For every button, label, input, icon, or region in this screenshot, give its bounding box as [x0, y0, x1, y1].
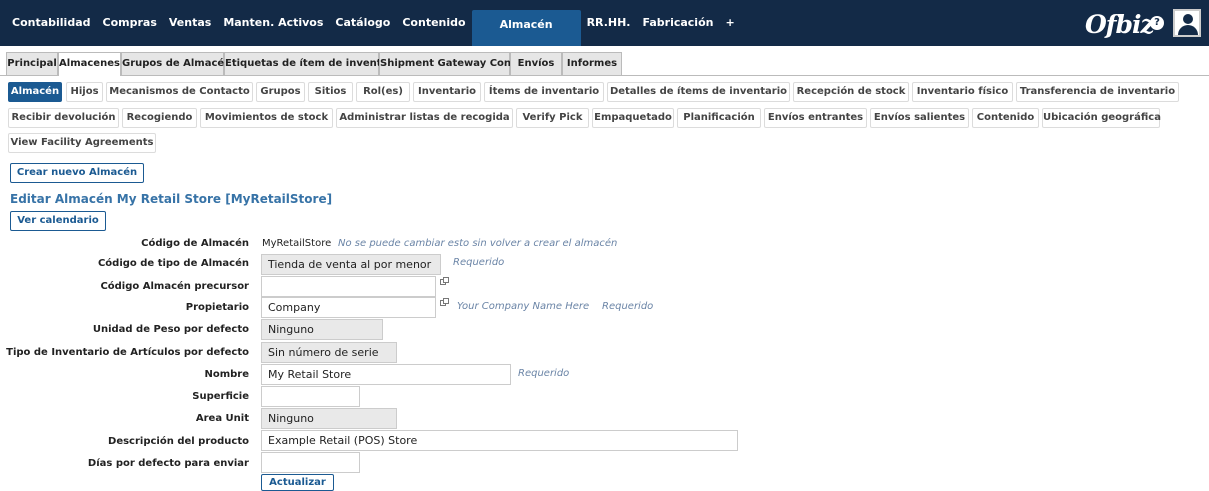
sub-tabs: Principal Almacenes Grupos de Almacén Et… [0, 52, 1209, 76]
owner-required: Requerido [602, 301, 654, 312]
square-footage-input[interactable] [261, 386, 360, 407]
top-navigation-bar: Contabilidad Compras Ventas Manten. Acti… [0, 0, 1209, 46]
tab-shipment-gateway[interactable]: Shipment Gateway Config [379, 52, 526, 75]
parent-facility-input[interactable] [261, 276, 436, 297]
owner-label: Propietario [185, 302, 249, 313]
btn-empaquetado[interactable]: Empaquetado [592, 108, 674, 128]
tab-etiquetas-inventario[interactable]: Etiquetas de ítem de inventario [224, 52, 404, 75]
tab-informes[interactable]: Informes [562, 52, 622, 75]
btn-planificacion[interactable]: Planificación [677, 108, 761, 128]
btn-hijos[interactable]: Hijos [66, 82, 103, 102]
btn-recogiendo[interactable]: Recogiendo [122, 108, 197, 128]
owner-hint: Your Company Name Here [457, 301, 590, 312]
inventory-type-select[interactable]: Sin número de serie [261, 342, 397, 363]
btn-almacen[interactable]: Almacén [8, 82, 62, 102]
page-title: Editar Almacén My Retail Store [MyRetail… [10, 192, 333, 206]
avatar-body [1178, 25, 1198, 35]
btn-ubicacion-geografica[interactable]: Ubicación geográfica [1042, 108, 1161, 128]
description-label: Descripción del producto [108, 436, 249, 447]
btn-detalles-items-inventario[interactable]: Detalles de ítems de inventario [607, 82, 790, 102]
area-unit-select[interactable]: Ninguno [261, 408, 397, 429]
user-avatar-icon[interactable] [1173, 9, 1201, 37]
view-calendar-button[interactable]: Ver calendario [10, 211, 106, 231]
update-button[interactable]: Actualizar [261, 474, 334, 491]
parent-lookup-icon[interactable] [440, 277, 449, 285]
btn-recibir-devolucion[interactable]: Recibir devolución [8, 108, 119, 128]
btn-grupos[interactable]: Grupos [256, 82, 305, 102]
facility-name-required: Requerido [518, 368, 570, 379]
facility-type-select[interactable]: Tienda de venta al por menor [261, 254, 441, 275]
menu-manten-activos[interactable]: Manten. Activos [217, 0, 329, 46]
btn-view-facility-agreements[interactable]: View Facility Agreements [8, 133, 156, 153]
facility-menu-row-3: View Facility Agreements [8, 133, 158, 153]
weight-uom-label: Unidad de Peso por defecto [92, 324, 249, 335]
btn-listas-recogida[interactable]: Administrar listas de recogida [336, 108, 513, 128]
btn-inventario[interactable]: Inventario [413, 82, 481, 102]
btn-mecanismos-contacto[interactable]: Mecanismos de Contacto [106, 82, 253, 102]
btn-movimientos-stock[interactable]: Movimientos de stock [200, 108, 333, 128]
default-days-label: Días por defecto para enviar [87, 458, 249, 469]
parent-facility-label: Código Almacén precursor [100, 281, 249, 292]
facility-id-hint: No se puede cambiar esto sin volver a cr… [338, 238, 618, 249]
menu-add[interactable]: + [719, 0, 740, 46]
tab-almacenes[interactable]: Almacenes [58, 52, 121, 76]
btn-items-inventario[interactable]: Ítems de inventario [484, 82, 604, 102]
tab-envios[interactable]: Envíos [510, 52, 562, 75]
btn-inventario-fisico[interactable]: Inventario físico [912, 82, 1013, 102]
tab-grupos-almacen[interactable]: Grupos de Almacén [121, 52, 231, 75]
avatar-head [1183, 14, 1193, 24]
menu-compras[interactable]: Compras [97, 0, 163, 46]
menu-catalogo[interactable]: Catálogo [329, 0, 396, 46]
ofbiz-logo[interactable]: Ofbiz [1085, 10, 1155, 39]
area-unit-label: Area Unit [195, 413, 249, 424]
help-icon[interactable]: ? [1150, 16, 1164, 30]
menu-fabricacion[interactable]: Fabricación [636, 0, 719, 46]
description-input[interactable]: Example Retail (POS) Store [261, 430, 738, 451]
menu-contenido[interactable]: Contenido [396, 0, 471, 46]
facility-name-input[interactable]: My Retail Store [261, 364, 511, 385]
weight-uom-select[interactable]: Ninguno [261, 319, 383, 340]
facility-type-label: Código de tipo de Almacén [97, 258, 249, 269]
menu-ventas[interactable]: Ventas [163, 0, 217, 46]
btn-envios-salientes[interactable]: Envíos salientes [870, 108, 969, 128]
menu-almacen[interactable]: Almacén [471, 10, 581, 46]
default-days-input[interactable] [261, 452, 360, 473]
owner-lookup-icon[interactable] [440, 298, 449, 306]
btn-contenido[interactable]: Contenido [972, 108, 1039, 128]
menu-rrhh[interactable]: RR.HH. [581, 0, 637, 46]
btn-sitios[interactable]: Sitios [308, 82, 353, 102]
facility-type-required: Requerido [453, 257, 505, 268]
create-facility-button[interactable]: Crear nuevo Almacén [10, 163, 144, 183]
square-footage-label: Superficie [192, 391, 249, 402]
app-menu: Contabilidad Compras Ventas Manten. Acti… [6, 0, 741, 46]
inventory-type-label: Tipo de Inventario de Artículos por defe… [6, 347, 249, 358]
facility-id-label: Código de Almacén [141, 238, 249, 249]
facility-menu-row-2: Recibir devolución Recogiendo Movimiento… [8, 108, 1161, 128]
btn-roles[interactable]: Rol(es) [356, 82, 410, 102]
facility-id-value: MyRetailStore [262, 238, 332, 249]
btn-transferencia-inventario[interactable]: Transferencia de inventario [1016, 82, 1179, 102]
btn-verify-pick[interactable]: Verify Pick [516, 108, 589, 128]
tab-principal[interactable]: Principal [6, 52, 58, 75]
owner-input[interactable]: Company [261, 297, 436, 318]
facility-name-label: Nombre [204, 369, 249, 380]
btn-envios-entrantes[interactable]: Envíos entrantes [764, 108, 867, 128]
btn-recepcion-stock[interactable]: Recepción de stock [793, 82, 909, 102]
facility-menu-row-1: Almacén Hijos Mecanismos de Contacto Gru… [8, 82, 1179, 102]
menu-contabilidad[interactable]: Contabilidad [6, 0, 97, 46]
